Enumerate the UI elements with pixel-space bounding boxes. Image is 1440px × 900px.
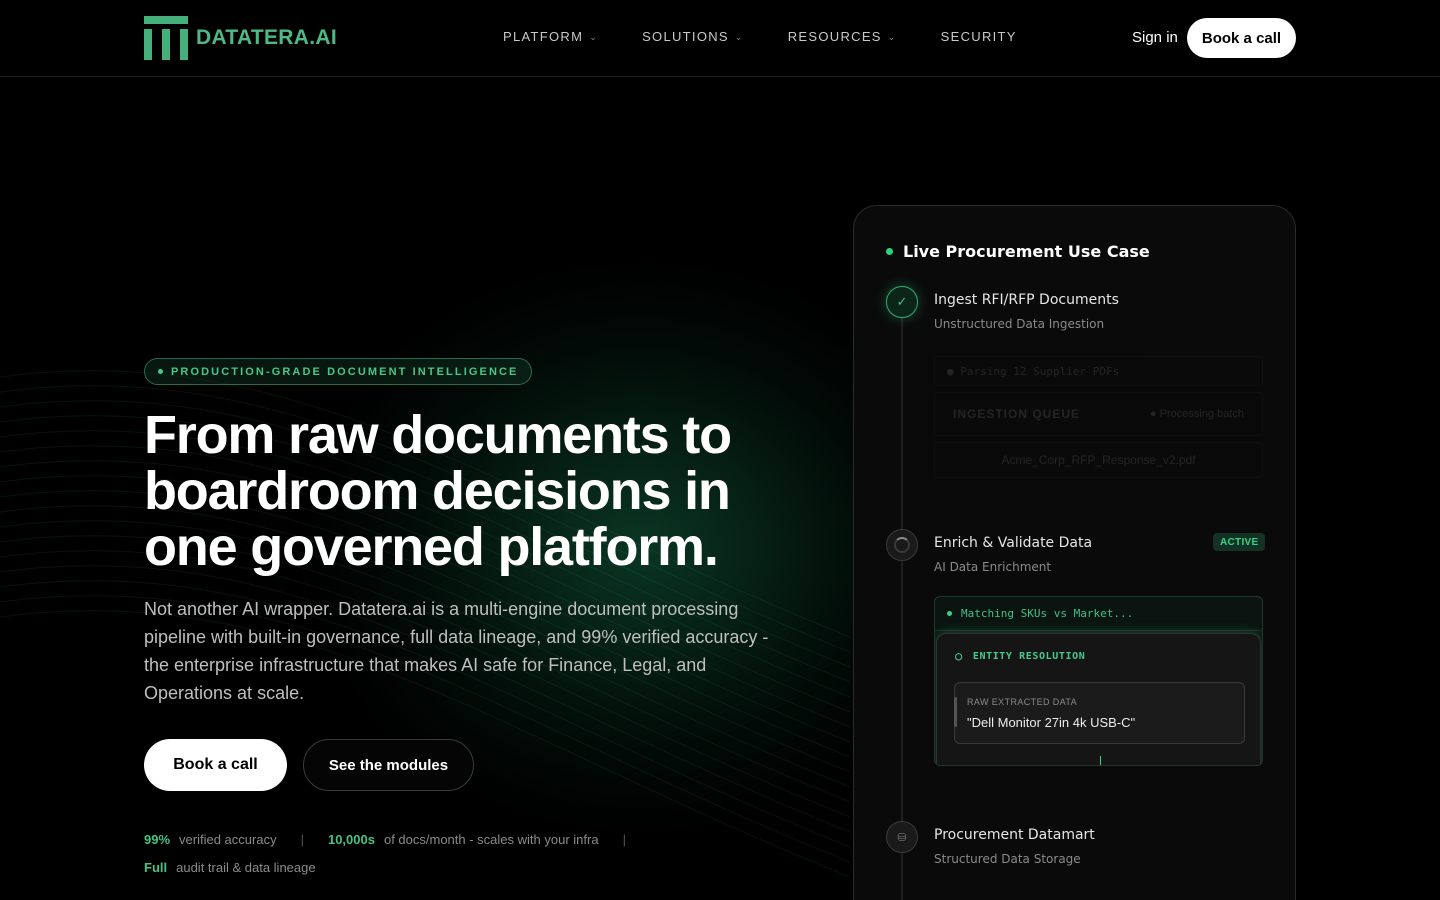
stat-divider: | [300, 831, 304, 847]
ingest-log: ● Parsing 12 Supplier PDFs [934, 356, 1263, 386]
status-badge: ACTIVE [1213, 533, 1266, 551]
search-icon: ○ [955, 649, 963, 663]
see-modules-button[interactable]: See the modules [303, 739, 474, 791]
hero-headline: From raw documents to boardroom decision… [144, 405, 732, 577]
logo-mark-icon [144, 16, 188, 60]
entity-header: ○ ENTITY RESOLUTION [937, 634, 1260, 663]
connector-line [1100, 756, 1101, 765]
timeline-line [901, 318, 903, 900]
queue-status: ● Processing batch [1149, 408, 1244, 420]
logo[interactable]: DATATERA.AI [144, 16, 337, 60]
top-navigation-bar: DATATERA.AI PLATFORM ⌄ SOLUTIONS ⌄ RESOU… [0, 0, 1440, 77]
nav-item-platform[interactable]: PLATFORM ⌄ [503, 29, 598, 44]
hero-cta-row: Book a call See the modules [144, 739, 784, 791]
live-dot-icon [886, 248, 893, 255]
check-icon: ✓ [886, 286, 918, 318]
nav-label: RESOURCES [787, 29, 882, 44]
chevron-down-icon: ⌄ [589, 32, 599, 42]
step-subtitle: Structured Data Storage [934, 852, 1081, 866]
hero-tag-text: PRODUCTION-GRADE DOCUMENT INTELLIGENCE [171, 365, 519, 378]
raw-data-box: RAW EXTRACTED DATA "Dell Monitor 27in 4k… [954, 682, 1245, 744]
step-subtitle: AI Data Enrichment [934, 560, 1052, 574]
use-case-card: Live Procurement Use Case ✓ Ingest RFI/R… [853, 205, 1296, 900]
step-title: Procurement Datamart [934, 827, 1095, 843]
card-title: Live Procurement Use Case [886, 242, 1150, 261]
status-dot-icon [947, 611, 952, 616]
step-subtitle: Unstructured Data Ingestion [934, 317, 1105, 331]
entity-resolution-panel: ○ ENTITY RESOLUTION RAW EXTRACTED DATA "… [936, 633, 1261, 765]
logo-text: DATATERA.AI [196, 26, 337, 49]
nav-item-resources[interactable]: RESOURCES ⌄ [788, 29, 897, 44]
nav-label: PLATFORM [503, 29, 584, 44]
nav-item-solutions[interactable]: SOLUTIONS ⌄ [642, 29, 744, 44]
stat-label: verified accuracy [179, 831, 277, 847]
queue-label: INGESTION QUEUE [953, 407, 1081, 421]
stats-row: Full audit trail & data lineage [144, 853, 784, 881]
step-title: Ingest RFI/RFP Documents [934, 292, 1119, 308]
hero-section: PRODUCTION-GRADE DOCUMENT INTELLIGENCE F… [144, 358, 784, 881]
stat-value: 99% [144, 831, 171, 847]
ingestion-queue: INGESTION QUEUE ● Processing batch [934, 392, 1263, 436]
ingest-preview: ● Parsing 12 Supplier PDFs INGESTION QUE… [934, 356, 1263, 481]
raw-data-label: RAW EXTRACTED DATA [967, 697, 1078, 707]
status-dot-icon [158, 369, 163, 374]
step-title: Enrich & Validate Data [934, 535, 1093, 551]
loading-spinner-icon [886, 529, 918, 561]
nav-label: SECURITY [940, 29, 1017, 44]
stat-label: audit trail & data lineage [176, 859, 316, 875]
hero-tag: PRODUCTION-GRADE DOCUMENT INTELLIGENCE [144, 358, 533, 385]
card-title-text: Live Procurement Use Case [903, 242, 1150, 261]
enrich-log: Matching SKUs vs Market... [935, 597, 1262, 631]
stat-value: Full [144, 859, 168, 875]
queued-file: Acme_Corp_RFP_Response_v2.pdf [934, 442, 1263, 478]
enrich-log-text: Matching SKUs vs Market... [961, 607, 1134, 620]
raw-data-accent [954, 697, 957, 727]
nav-item-security[interactable]: SECURITY [941, 29, 1017, 44]
stat-label: of docs/month - scales with your infra [383, 831, 599, 847]
database-icon: ⛁ [886, 821, 918, 853]
entity-title: ENTITY RESOLUTION [972, 650, 1086, 662]
book-call-button-header[interactable]: Book a call [1187, 18, 1296, 58]
stats-row: 99% verified accuracy | 10,000s of docs/… [144, 825, 784, 853]
book-call-button[interactable]: Book a call [144, 739, 287, 791]
nav-label: SOLUTIONS [642, 29, 729, 44]
main-nav: PLATFORM ⌄ SOLUTIONS ⌄ RESOURCES ⌄ SECUR… [503, 29, 1061, 44]
raw-data-value: "Dell Monitor 27in 4k USB-C" [967, 715, 1136, 730]
enrich-preview: Matching SKUs vs Market... ○ ENTITY RESO… [934, 596, 1263, 766]
stat-value: 10,000s [327, 831, 375, 847]
stat-divider: | [622, 831, 626, 847]
chevron-down-icon: ⌄ [734, 32, 744, 42]
sign-in-link[interactable]: Sign in [1132, 29, 1178, 46]
hero-stats: 99% verified accuracy | 10,000s of docs/… [144, 825, 784, 881]
chevron-down-icon: ⌄ [887, 32, 897, 42]
hero-subtext: Not another AI wrapper. Datatera.ai is a… [144, 599, 769, 703]
